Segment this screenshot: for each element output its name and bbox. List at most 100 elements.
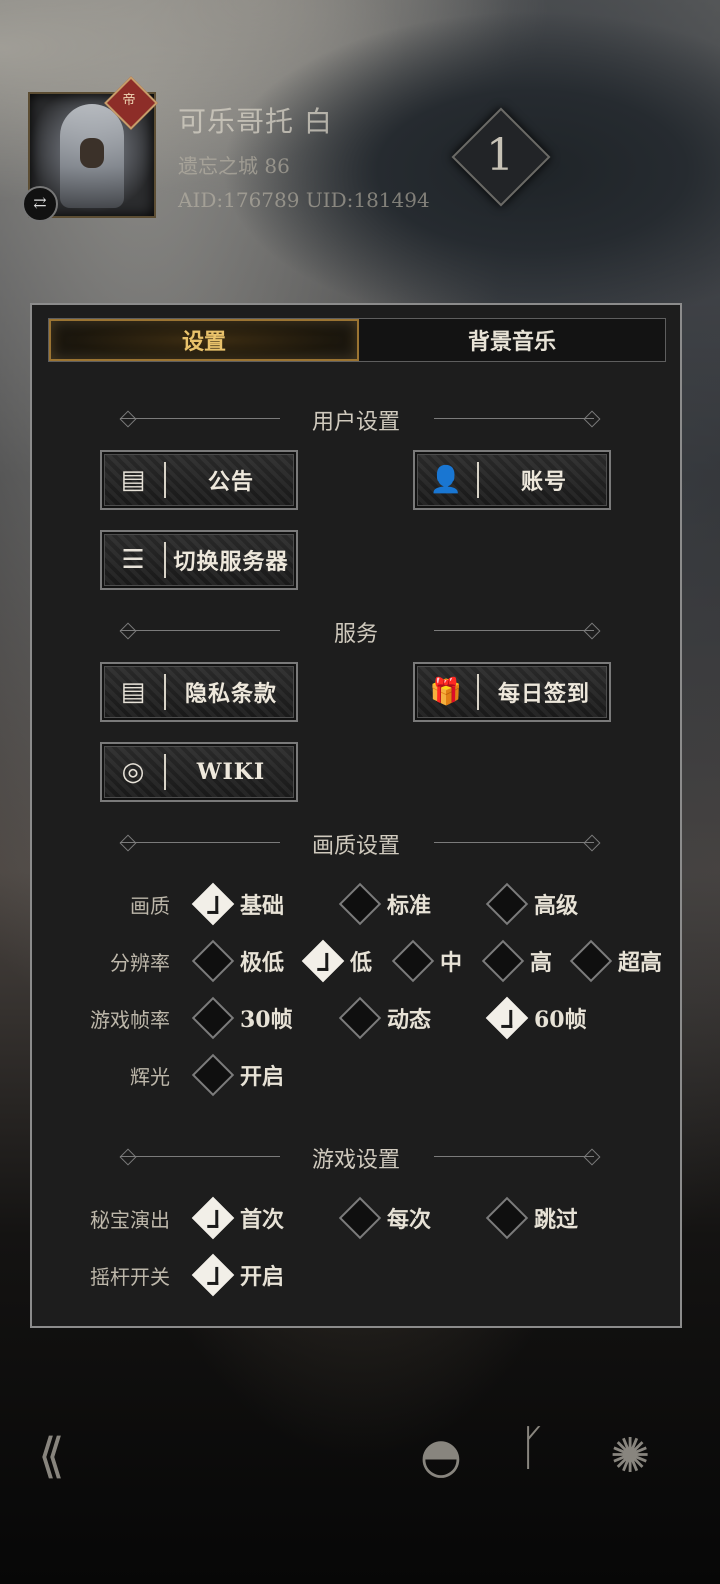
checkbox-checked-icon <box>191 1196 235 1240</box>
document-icon: ▤ <box>120 465 146 495</box>
player-realm: 遗忘之城 86 <box>178 154 290 178</box>
treasure-first-option[interactable]: 首次 <box>190 1196 284 1240</box>
tab-settings[interactable]: 设置 <box>49 319 359 361</box>
option-label: 摇杆开关 <box>90 1265 170 1289</box>
resolution-medium-option[interactable]: 中 <box>390 939 462 983</box>
resolution-low-option[interactable]: 低 <box>300 939 372 983</box>
framerate-60-option[interactable]: 60帧 <box>484 996 587 1040</box>
joystick-row: 摇杆开关 开启 <box>40 1253 680 1297</box>
option-text: 30帧 <box>240 1007 293 1033</box>
section-title: 服务 <box>333 622 378 647</box>
daily-checkin-button[interactable]: 🎁 每日签到 <box>413 662 611 722</box>
option-text: 极低 <box>240 950 285 976</box>
checkbox-icon <box>191 939 235 983</box>
divider-line <box>434 630 594 631</box>
option-label: 画质 <box>130 894 170 918</box>
glow-on-option[interactable]: 开启 <box>190 1053 284 1097</box>
helmet-icon[interactable]: ◓ <box>420 1428 462 1484</box>
option-text: 跳过 <box>534 1207 579 1233</box>
resolution-very-low-option[interactable]: 极低 <box>190 939 284 983</box>
option-text: 低 <box>350 950 373 976</box>
user-icon: 👤 <box>429 465 463 495</box>
resolution-high-option[interactable]: 高 <box>480 939 552 983</box>
framerate-30-option[interactable]: 30帧 <box>190 996 293 1040</box>
button-label: 公告 <box>207 469 254 495</box>
checkbox-checked-icon <box>191 882 235 926</box>
framerate-row: 游戏帧率 30帧 动态 60帧 <box>40 996 680 1040</box>
quality-row: 画质 基础 标准 高级 <box>40 882 680 926</box>
divider-line <box>434 418 594 419</box>
checkbox-icon <box>569 939 613 983</box>
globe-icon: ◎ <box>121 757 145 787</box>
option-text: 超高 <box>618 950 663 976</box>
option-label: 秘宝演出 <box>90 1208 170 1232</box>
quality-basic-option[interactable]: 基础 <box>190 882 284 926</box>
stance-icon[interactable]: ᚴ <box>518 1420 547 1476</box>
avatar-badge-label: 帝 <box>122 93 136 108</box>
treasure-every-option[interactable]: 每次 <box>337 1196 431 1240</box>
section-user-settings: 用户设置 <box>48 404 664 435</box>
section-title: 游戏设置 <box>311 1148 400 1173</box>
wiki-button[interactable]: ◎ WIKI <box>100 742 298 802</box>
checkbox-icon <box>391 939 435 983</box>
option-label: 辉光 <box>130 1065 170 1089</box>
notice-button[interactable]: ▤ 公告 <box>100 450 298 510</box>
quality-standard-option[interactable]: 标准 <box>337 882 431 926</box>
resolution-row: 分辨率 极低 低 中 高 超高 <box>40 939 680 983</box>
avatar-face <box>80 138 104 168</box>
list-icon: ☰ <box>121 545 145 575</box>
player-name: 可乐哥托 白 <box>178 105 333 138</box>
section-title: 用户设置 <box>311 410 400 435</box>
checkbox-checked-icon <box>301 939 345 983</box>
beast-icon[interactable]: ✺ <box>610 1428 650 1484</box>
checkbox-checked-icon <box>191 1253 235 1297</box>
gift-icon: 🎁 <box>429 677 463 707</box>
swap-avatar-icon[interactable]: ⇄ <box>22 186 58 222</box>
player-profile: 帝 ⇄ 可乐哥托 白 遗忘之城 86 AID:176789 UID:181494… <box>0 0 720 300</box>
settings-tabs: 设置 背景音乐 <box>48 318 666 362</box>
checkbox-icon <box>338 1196 382 1240</box>
button-label: 每日签到 <box>497 681 590 707</box>
back-arrow-icon[interactable]: ⟪ <box>38 1428 65 1484</box>
section-game-settings: 游戏设置 <box>48 1142 664 1173</box>
checkbox-checked-icon <box>485 996 529 1040</box>
option-text: 标准 <box>387 893 432 919</box>
option-text: 中 <box>440 950 463 976</box>
joystick-on-option[interactable]: 开启 <box>190 1253 284 1297</box>
option-text: 动态 <box>387 1007 432 1033</box>
option-text: 60帧 <box>534 1007 587 1033</box>
treasure-skip-option[interactable]: 跳过 <box>484 1196 578 1240</box>
option-text: 开启 <box>240 1064 285 1090</box>
button-label: 账号 <box>520 469 567 495</box>
option-text: 高 <box>530 950 553 976</box>
section-quality-settings: 画质设置 <box>48 828 664 859</box>
divider-line <box>434 842 594 843</box>
checkbox-icon <box>338 996 382 1040</box>
section-title: 画质设置 <box>311 834 400 859</box>
option-text: 高级 <box>534 893 579 919</box>
option-text: 每次 <box>387 1207 432 1233</box>
glow-row: 辉光 开启 <box>40 1053 680 1097</box>
button-label: 隐私条款 <box>184 681 277 707</box>
resolution-ultra-option[interactable]: 超高 <box>568 939 662 983</box>
tab-background-music[interactable]: 背景音乐 <box>359 319 665 361</box>
option-text: 首次 <box>240 1207 285 1233</box>
button-label: 切换服务器 <box>173 549 289 575</box>
checkbox-icon <box>485 882 529 926</box>
checkbox-icon <box>338 882 382 926</box>
privacy-document-icon: ▤ <box>120 677 146 707</box>
option-text: 开启 <box>240 1264 285 1290</box>
quality-high-option[interactable]: 高级 <box>484 882 578 926</box>
checkbox-icon <box>191 1053 235 1097</box>
treasure-performance-row: 秘宝演出 首次 每次 跳过 <box>40 1196 680 1240</box>
switch-server-button[interactable]: ☰ 切换服务器 <box>100 530 298 590</box>
account-button[interactable]: 👤 账号 <box>413 450 611 510</box>
option-text: 基础 <box>240 893 285 919</box>
button-label: WIKI <box>196 759 266 785</box>
option-label: 分辨率 <box>110 951 170 975</box>
option-label: 游戏帧率 <box>90 1008 170 1032</box>
player-ids: AID:176789 UID:181494 <box>178 188 430 212</box>
privacy-button[interactable]: ▤ 隐私条款 <box>100 662 298 722</box>
framerate-dynamic-option[interactable]: 动态 <box>337 996 431 1040</box>
section-service: 服务 <box>48 616 664 647</box>
